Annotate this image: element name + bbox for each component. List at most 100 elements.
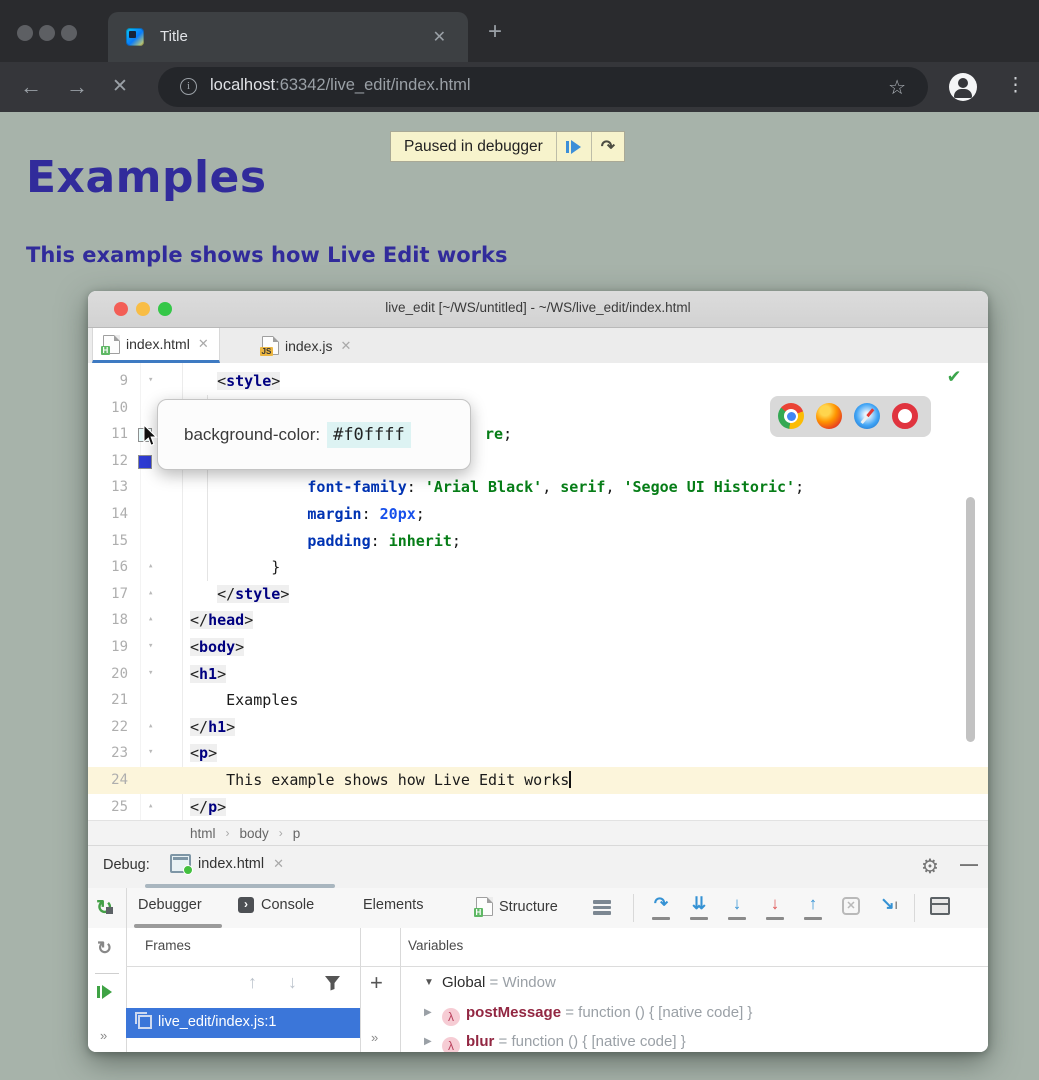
- file-icon: JS: [262, 336, 279, 355]
- url-text[interactable]: localhost:63342/live_edit/index.html: [210, 76, 471, 95]
- expand-arrow-icon[interactable]: ▼: [424, 977, 434, 988]
- frame-label: live_edit/index.js:1: [158, 1014, 277, 1030]
- code-line-13[interactable]: 13 font-family: 'Arial Black', serif, 'S…: [88, 474, 988, 501]
- variable-blur[interactable]: ▶λblur = function () { [native code] }: [400, 1031, 988, 1052]
- fold-marker-icon[interactable]: ▴: [148, 801, 157, 812]
- stop-icon[interactable]: ✕: [112, 74, 128, 100]
- rerun-debug-icon[interactable]: ↻: [96, 895, 113, 920]
- code-line-20[interactable]: 20▾<h1>: [88, 661, 988, 688]
- bookmark-star-icon[interactable]: ☆: [888, 75, 906, 100]
- editor-scrollbar[interactable]: [966, 497, 975, 742]
- breadcrumb-html[interactable]: html: [190, 826, 216, 841]
- new-tab-button[interactable]: +: [488, 22, 502, 42]
- variable-global[interactable]: ▼Global = Window: [400, 972, 988, 1000]
- inspection-ok-checkmark-icon[interactable]: ✔: [948, 363, 960, 387]
- chrome-icon[interactable]: [778, 403, 804, 429]
- run-to-cursor-icon[interactable]: ↘I: [874, 894, 904, 920]
- code-line-24[interactable]: 24 This example shows how Live Edit work…: [88, 767, 988, 794]
- code-line-25[interactable]: 25▴</p>: [88, 794, 988, 821]
- toolbar-divider: [914, 894, 915, 922]
- add-watch-icon[interactable]: +: [370, 970, 383, 996]
- line-number: 17: [88, 581, 128, 608]
- code-line-16[interactable]: 16▴ }: [88, 554, 988, 581]
- resume-script-button[interactable]: [557, 132, 592, 161]
- debugger-tab-elements[interactable]: Elements: [363, 897, 423, 913]
- fold-marker-icon[interactable]: ▾: [148, 668, 157, 679]
- code-line-15[interactable]: 15 padding: inherit;: [88, 528, 988, 555]
- editor-tab-index.html[interactable]: Hindex.html✕: [92, 328, 220, 363]
- code-line-9[interactable]: 9▾ <style>: [88, 368, 988, 395]
- variable-postMessage[interactable]: ▶λpostMessage = function () { [native co…: [400, 1002, 988, 1030]
- step-out-icon[interactable]: ↑: [798, 894, 828, 920]
- code-text: </head>: [190, 607, 253, 634]
- code-editor[interactable]: 9▾ <style>10111213 font-family: 'Arial B…: [88, 363, 988, 820]
- site-info-icon[interactable]: i: [180, 78, 197, 95]
- debugger-tab-structure[interactable]: HStructure: [476, 897, 558, 916]
- fold-marker-icon[interactable]: ▴: [148, 561, 157, 572]
- breadcrumb-p[interactable]: p: [293, 826, 301, 841]
- debug-label: Debug:: [103, 857, 150, 873]
- selected-stack-frame[interactable]: live_edit/index.js:1: [126, 1008, 360, 1038]
- toolbar-divider: [633, 894, 634, 922]
- window-zoom-button[interactable]: [61, 25, 77, 41]
- layout-options-icon[interactable]: [593, 899, 611, 915]
- code-line-19[interactable]: 19▾<body>: [88, 634, 988, 661]
- safari-icon[interactable]: [854, 403, 880, 429]
- step-over-icon[interactable]: ↷: [646, 894, 676, 920]
- window-close-button[interactable]: [17, 25, 33, 41]
- hide-panel-icon[interactable]: —: [960, 854, 978, 875]
- address-bar[interactable]: i localhost:63342/live_edit/index.html ☆: [158, 67, 928, 107]
- gear-icon[interactable]: ⚙: [921, 854, 939, 879]
- code-line-22[interactable]: 22▴</h1>: [88, 714, 988, 741]
- code-text: font-family: 'Arial Black', serif, 'Sego…: [190, 474, 804, 501]
- code-line-14[interactable]: 14 margin: 20px;: [88, 501, 988, 528]
- opera-icon[interactable]: [892, 403, 918, 429]
- tab-close-icon[interactable]: ✕: [433, 27, 446, 47]
- fold-marker-icon[interactable]: ▴: [148, 588, 157, 599]
- color-swatch[interactable]: [138, 455, 152, 469]
- url-path: :63342/live_edit/index.html: [275, 76, 470, 94]
- filter-funnel-icon[interactable]: [324, 975, 341, 991]
- breadcrumb-body[interactable]: body: [240, 826, 269, 841]
- more-actions-chevron-icon[interactable]: »: [100, 1028, 106, 1043]
- smart-step-into-icon[interactable]: ↓: [760, 894, 790, 920]
- profile-avatar[interactable]: [949, 73, 977, 101]
- force-step-into-icon[interactable]: ↓: [722, 894, 752, 920]
- expand-arrow-icon[interactable]: ▶: [424, 1036, 432, 1047]
- browser-menu-icon[interactable]: ⋮: [1006, 74, 1025, 97]
- resume-program-icon[interactable]: [97, 985, 113, 999]
- code-line-21[interactable]: 21 Examples: [88, 687, 988, 714]
- fold-marker-icon[interactable]: ▴: [148, 614, 157, 625]
- drop-frame-icon[interactable]: ✕: [836, 894, 866, 920]
- tooltip-label: background-color:: [184, 425, 320, 445]
- code-line-17[interactable]: 17▴ </style>: [88, 581, 988, 608]
- debugger-tab-debugger[interactable]: Debugger: [138, 897, 202, 913]
- fold-marker-icon[interactable]: ▾: [148, 375, 157, 386]
- code-line-18[interactable]: 18▴</head>: [88, 607, 988, 634]
- expand-arrow-icon[interactable]: ▶: [424, 1007, 432, 1018]
- code-line-23[interactable]: 23▾<p>: [88, 740, 988, 767]
- watches-chevron-icon[interactable]: »: [371, 1030, 377, 1045]
- console-icon: ›: [238, 897, 254, 913]
- step-over-button[interactable]: ↷: [592, 132, 624, 161]
- browser-tab[interactable]: Title ✕: [108, 12, 468, 62]
- forward-icon[interactable]: →: [66, 74, 88, 100]
- back-icon[interactable]: ←: [20, 74, 42, 100]
- fold-marker-icon[interactable]: ▾: [148, 747, 157, 758]
- ide-titlebar[interactable]: live_edit [~/WS/untitled] - ~/WS/live_ed…: [88, 291, 988, 328]
- step-into-icon[interactable]: ⇊: [684, 894, 714, 920]
- tab-close-icon[interactable]: ✕: [340, 338, 351, 354]
- debug-session-tab[interactable]: index.html ✕: [170, 854, 284, 873]
- firefox-icon[interactable]: [816, 403, 842, 429]
- fold-marker-icon[interactable]: ▾: [148, 641, 157, 652]
- refresh-frames-icon[interactable]: ↻: [97, 938, 112, 959]
- window-minimize-button[interactable]: [39, 25, 55, 41]
- editor-tab-index.js[interactable]: JSindex.js✕: [252, 328, 361, 363]
- tab-close-icon[interactable]: ✕: [198, 336, 209, 352]
- next-frame-icon[interactable]: ↓: [288, 972, 297, 993]
- debugger-tab-console[interactable]: ›Console: [238, 897, 314, 913]
- debug-session-close-icon[interactable]: ✕: [273, 856, 284, 872]
- evaluate-expression-icon[interactable]: [930, 897, 950, 915]
- fold-marker-icon[interactable]: ▴: [148, 721, 157, 732]
- previous-frame-icon[interactable]: ↑: [248, 972, 257, 993]
